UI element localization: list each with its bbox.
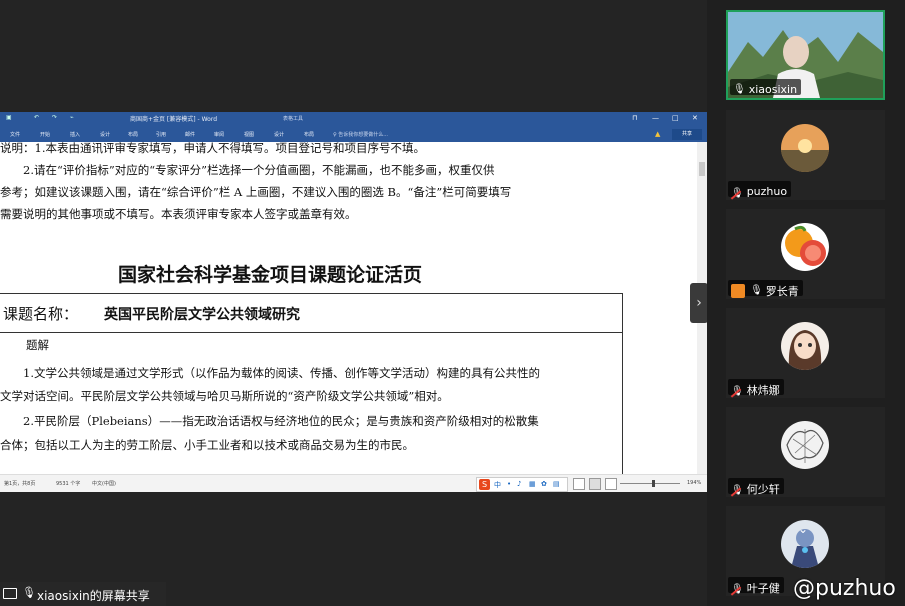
word-title-bar: ▣ ↶ ↷ ⌁ 商国商+金页 [兼容模式] - Word 表格工具 ⊓ — □ … (0, 112, 707, 128)
mic-muted-icon: 🎙 (731, 485, 744, 496)
tab-design[interactable]: 设计 (100, 131, 110, 138)
note-line: 2.请在“评价指标”对应的“专家评分”栏选择一个分值画圈，不能漏画，也不能多画，… (0, 163, 495, 177)
note-line: 参考；如建议该课题入围，请在“综合评价”栏 A 上画圈，不建议入围的圈选 B。“… (0, 185, 512, 199)
participant-name-tag: 🎙 puzhuo (728, 181, 792, 199)
zoom-slider[interactable] (620, 483, 680, 484)
host-icon (731, 283, 745, 298)
skin-icon[interactable]: ✿ (541, 480, 547, 488)
topic-body-cell: 题解 1.文学公共领域是通过文学形式（以作品为载体的阅读、传播、创作等文学活动）… (0, 331, 623, 478)
mic-on-icon: 🎙 (733, 84, 746, 95)
collapse-sidebar-button[interactable]: › (690, 283, 708, 323)
mic-muted-icon: 🎙 (731, 188, 744, 199)
participant-name-tag: 🎙 叶子健 (728, 577, 784, 595)
participant-tile-heshaoxuan[interactable]: 🎙 何少轩 (726, 407, 885, 497)
web-layout-button[interactable] (605, 478, 617, 490)
tab-table-design[interactable]: 设计 (274, 131, 284, 138)
participant-name: xiaosixin (748, 83, 798, 96)
share-button[interactable]: 共享 (672, 129, 702, 140)
context-tool-title: 表格工具 (283, 116, 304, 122)
participant-sidebar: 🎙 xiaosixin 🎙 puzhuo 🎙 罗长青 🎙 林炜娜 🎙 何少轩 ⌄… (707, 0, 905, 606)
tab-review[interactable]: 审阅 (214, 131, 224, 138)
tab-insert[interactable]: 插入 (70, 131, 80, 138)
keyboard-icon[interactable]: ▦ (529, 480, 536, 488)
mic-muted-icon: 🎙 (731, 584, 744, 595)
status-bar: 第1页，共8页 9531 个字 中文(中国) S 中 • ♪ ▦ ✿ ▤ 194… (0, 474, 707, 492)
voice-icon[interactable]: ♪ (517, 480, 521, 488)
participant-name-tag: 🎙 罗长青 (728, 280, 803, 298)
word-window: ▣ ↶ ↷ ⌁ 商国商+金页 [兼容模式] - Word 表格工具 ⊓ — □ … (0, 112, 707, 492)
participant-name: puzhuo (746, 185, 788, 198)
mic-muted-icon: 🎙 (731, 386, 744, 397)
body-line: 合体；包括以工人为主的劳工阶层、小手工业者和以技术或商品交易为生的市民。 (0, 438, 414, 452)
tell-me-search[interactable]: ♀ 告诉我你想要做什么... (333, 131, 388, 138)
avatar (781, 421, 829, 469)
avatar (781, 124, 829, 172)
body-line: 文学对话空间。平民阶层文学公共领域与哈贝马斯所说的“资产阶级文学公共领域”相对。 (0, 389, 449, 403)
scroll-thumb[interactable] (699, 162, 705, 176)
chevron-down-icon[interactable]: ⌄ (798, 522, 808, 536)
participant-tile-linweina[interactable]: 🎙 林炜娜 (726, 308, 885, 398)
warning-icon: ▲ (655, 130, 661, 138)
close-button[interactable]: ✕ (692, 114, 698, 122)
mic-on-icon: 🎙 (750, 285, 763, 296)
minimize-button[interactable]: — (652, 114, 659, 122)
tab-mailings[interactable]: 邮件 (185, 131, 195, 138)
section-heading: 题解 (26, 338, 49, 352)
screen-share-area: ▣ ↶ ↷ ⌁ 商国商+金页 [兼容模式] - Word 表格工具 ⊓ — □ … (0, 0, 707, 606)
avatar (781, 223, 829, 271)
tab-layout[interactable]: 布局 (128, 131, 138, 138)
word-count[interactable]: 9531 个字 (56, 480, 80, 487)
watermark: @puzhuo (793, 576, 896, 601)
participant-name: 林炜娜 (746, 383, 780, 397)
participant-name-tag: 🎙 xiaosixin (730, 79, 802, 96)
tab-home[interactable]: 开始 (40, 131, 50, 138)
toolbox-icon[interactable]: ▤ (553, 480, 560, 488)
participant-name: 叶子健 (746, 581, 780, 595)
document-title: 商国商+金页 [兼容模式] - Word (130, 116, 218, 123)
participant-name: 何少轩 (746, 482, 780, 496)
tab-file[interactable]: 文件 (10, 131, 20, 138)
participant-name: 罗长青 (765, 284, 799, 298)
topic-value: 英国平民阶层文学公共领域研究 (104, 307, 300, 323)
participant-tile-puzhuo[interactable]: 🎙 puzhuo (726, 110, 885, 200)
body-line: 2.平民阶层（Plebeians）——指无政治话语权与经济地位的民众；是与贵族和… (0, 414, 539, 428)
print-layout-button[interactable] (589, 478, 601, 490)
redo-icon[interactable]: ↷ (52, 114, 57, 121)
topic-label: 课题名称： (3, 305, 79, 323)
tab-view[interactable]: 视图 (244, 131, 254, 138)
punctuation-icon[interactable]: • (507, 480, 511, 488)
note-line: 需要说明的其他事项或不填写。本表须评审专家本人签字或盖章有效。 (0, 207, 357, 221)
undo-icon[interactable]: ↶ (34, 114, 39, 121)
participant-name-tag: 🎙 林炜娜 (728, 379, 784, 397)
ime-mode-icon[interactable]: 中 (494, 480, 501, 490)
monitor-icon (3, 588, 17, 599)
maximize-button[interactable]: □ (672, 114, 679, 122)
language-indicator[interactable]: 中文(中国) (92, 480, 116, 487)
zoom-slider-handle[interactable] (652, 480, 655, 487)
participant-tile-luochangqing[interactable]: 🎙 罗长青 (726, 209, 885, 299)
mic-icon: 🎙 (22, 586, 36, 599)
participant-tile-xiaosixin[interactable]: 🎙 xiaosixin (726, 10, 885, 100)
tab-references[interactable]: 引用 (156, 131, 166, 138)
zoom-level[interactable]: 194% (687, 480, 701, 486)
topic-table-row: 课题名称： 英国平民阶层文学公共领域研究 (0, 293, 623, 333)
read-mode-button[interactable] (573, 478, 585, 490)
note-line: 说明：1.本表由通讯评审专家填写，申请人不得填写。项目登记号和项目序号不填。 (0, 142, 425, 155)
document-page[interactable]: 说明：1.本表由通讯评审专家填写，申请人不得填写。项目登记号和项目序号不填。 2… (0, 142, 697, 478)
avatar (781, 322, 829, 370)
document-heading: 国家社会科学基金项目课题论证活页 (118, 264, 423, 286)
screen-share-owner: xiaosixin的屏幕共享 (37, 589, 150, 603)
ime-toolbar[interactable]: S 中 • ♪ ▦ ✿ ▤ (476, 477, 568, 492)
word-logo-icon: ▣ (6, 114, 12, 121)
page-count[interactable]: 第1页，共8页 (4, 480, 35, 487)
sogou-icon[interactable]: S (479, 479, 490, 490)
ribbon-options-button[interactable]: ⊓ (632, 114, 637, 122)
tab-table-layout[interactable]: 布局 (304, 131, 314, 138)
screen-share-label: 🎙 xiaosixin的屏幕共享 (0, 582, 166, 606)
body-line: 1.文学公共领域是通过文学形式（以作品为载体的阅读、传播、创作等文学活动）构建的… (0, 366, 540, 380)
participant-name-tag: 🎙 何少轩 (728, 478, 784, 496)
ribbon-tabs: 文件 开始 插入 设计 布局 引用 邮件 审阅 视图 设计 布局 ♀ 告诉我你想… (0, 128, 707, 142)
customize-icon[interactable]: ⌁ (70, 114, 74, 121)
